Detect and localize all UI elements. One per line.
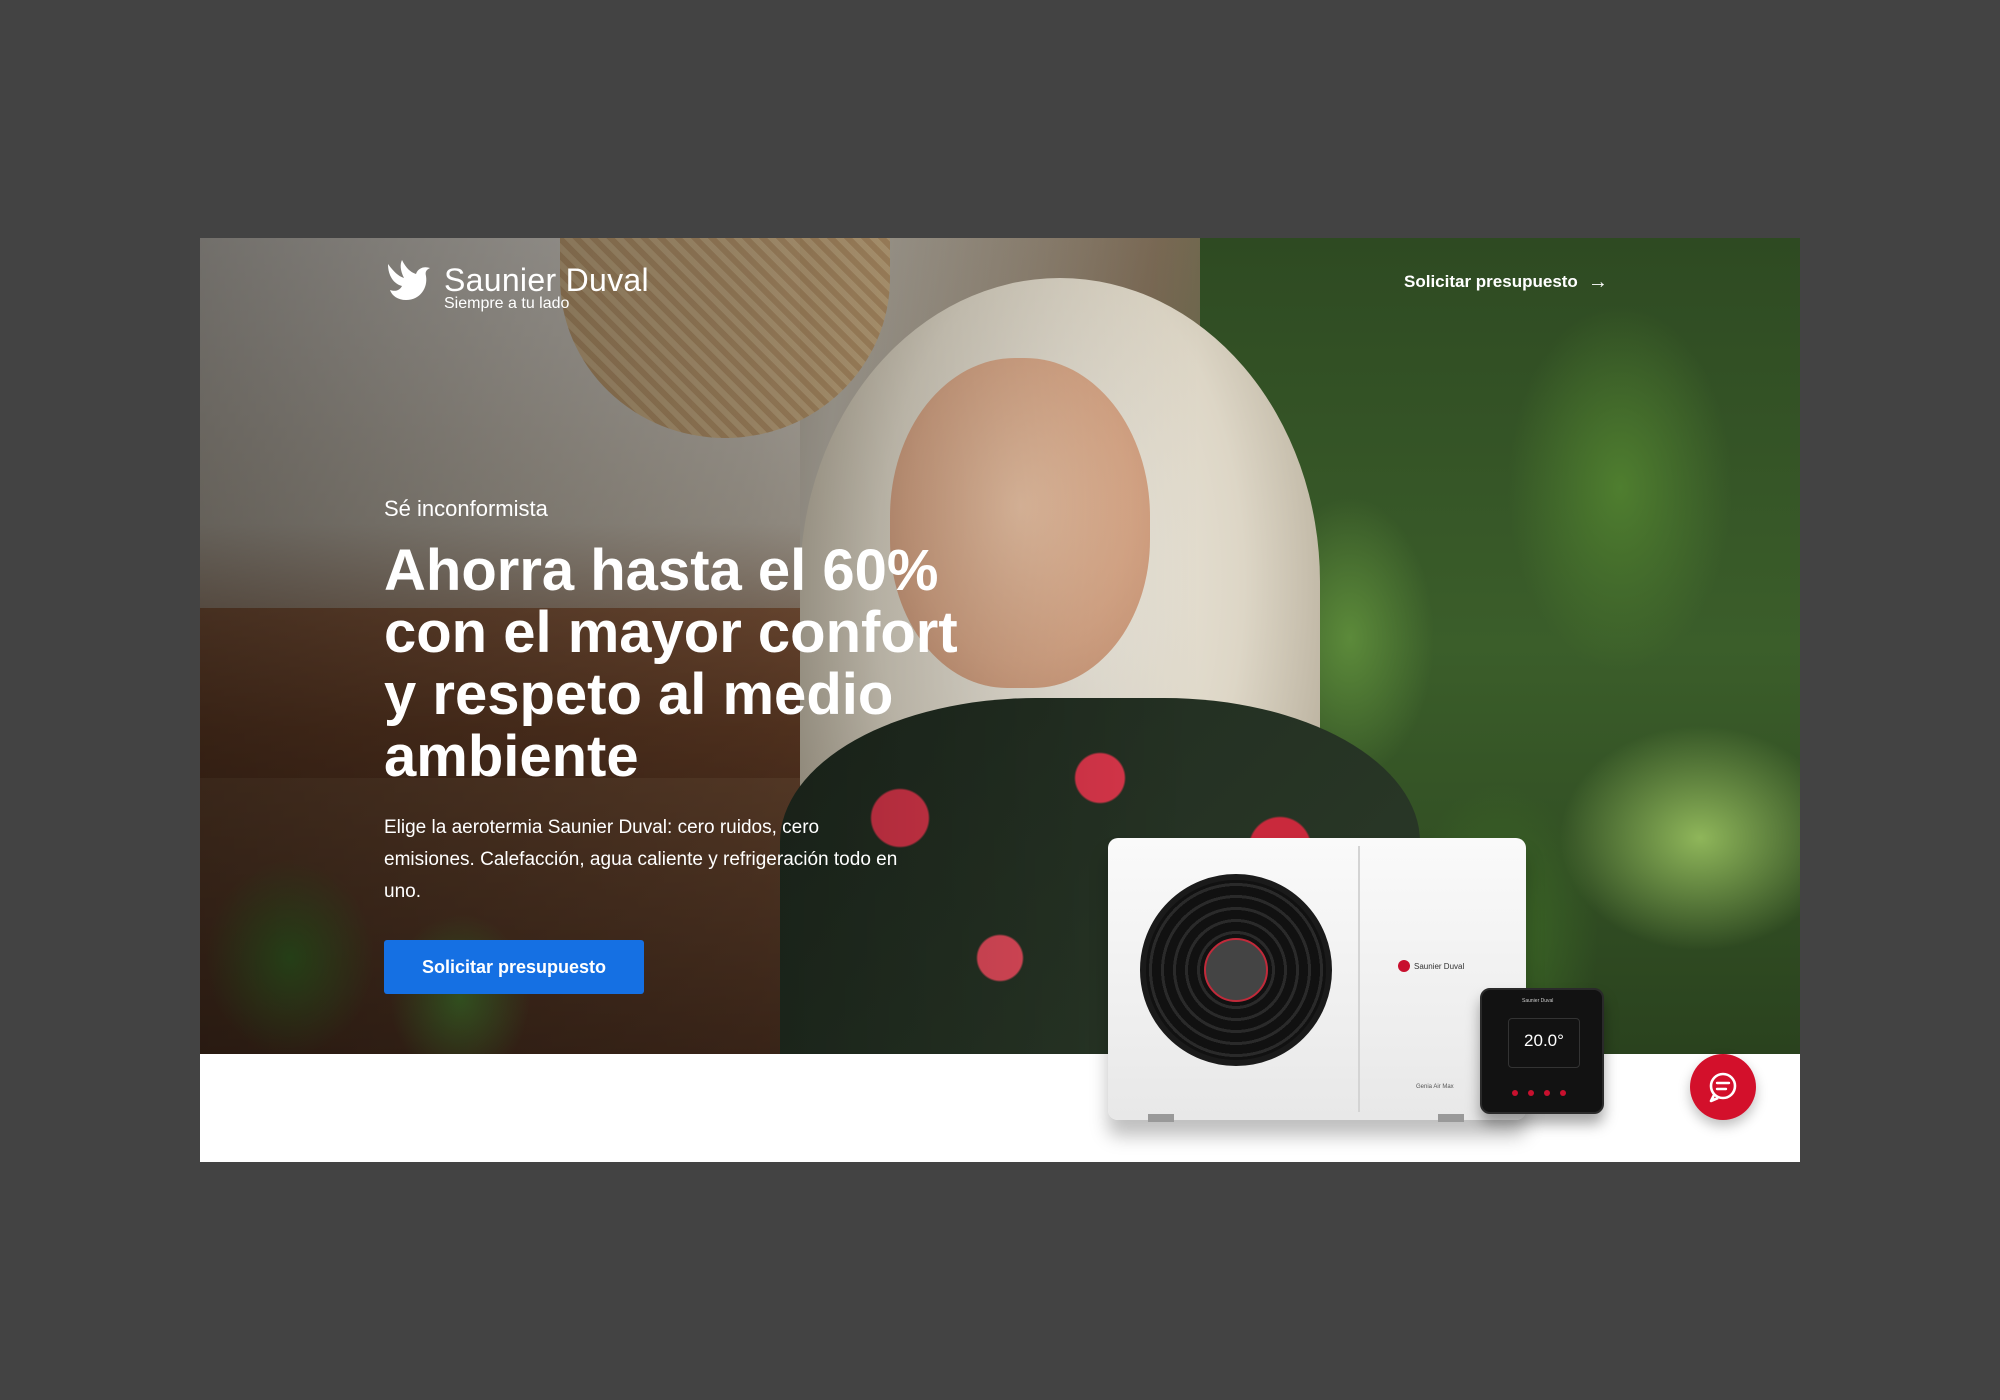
- header-request-quote-link[interactable]: Solicitar presupuesto →: [1404, 272, 1608, 292]
- bird-logo-icon: [388, 260, 430, 300]
- thermostat-button: [1560, 1090, 1566, 1096]
- heat-pump-foot: [1148, 1114, 1174, 1122]
- header-request-quote-label: Solicitar presupuesto: [1404, 272, 1578, 291]
- page-frame: Saunier Duval Siempre a tu lado Solicita…: [200, 238, 1800, 1162]
- heat-pump-brand: Saunier Duval: [1398, 960, 1464, 972]
- hero-description: Elige la aerotermia Saunier Duval: cero …: [384, 817, 898, 902]
- heat-pump-panel-divider: [1358, 846, 1360, 1112]
- hero-headline: Ahorra hasta el 60% con el mayor confort…: [384, 538, 958, 789]
- thermostat-buttons: [1512, 1090, 1566, 1096]
- heat-pump-fan: [1140, 874, 1332, 1066]
- heat-pump-fan-hub: [1204, 938, 1268, 1002]
- heat-pump-model-label: Genia Air Max: [1416, 1084, 1454, 1090]
- thermostat-button: [1528, 1090, 1534, 1096]
- hero-section: Saunier Duval Siempre a tu lado Solicita…: [200, 238, 1800, 1054]
- heat-pump-foot: [1438, 1114, 1464, 1122]
- hero-eyebrow: Sé inconformista: [384, 496, 548, 521]
- arrow-right-icon: →: [1587, 271, 1608, 293]
- heat-pump-brand-label: Saunier Duval: [1414, 961, 1465, 971]
- thermostat-button: [1512, 1090, 1518, 1096]
- brand-tagline: Siempre a tu lado: [444, 295, 570, 312]
- chat-button[interactable]: [1690, 1054, 1756, 1120]
- brand-name: Saunier Duval: [444, 262, 649, 298]
- brand-mark-icon: [1398, 960, 1410, 972]
- thermostat-brand: Saunier Duval: [1522, 998, 1554, 1004]
- thermostat-screen: 20.0°: [1508, 1018, 1580, 1068]
- heat-pump-product-image: Saunier Duval Genia Air Max: [1108, 838, 1526, 1122]
- thermostat-product-image: Saunier Duval 20.0°: [1480, 988, 1604, 1114]
- thermostat-button: [1544, 1090, 1550, 1096]
- chat-bubble-icon: [1709, 1072, 1737, 1103]
- brand-text: Saunier Duval Siempre a tu lado: [444, 258, 649, 312]
- thermostat-temperature: 20.0°: [1524, 1031, 1564, 1050]
- request-quote-button[interactable]: Solicitar presupuesto: [384, 940, 644, 994]
- brand-logo[interactable]: Saunier Duval Siempre a tu lado: [384, 258, 649, 312]
